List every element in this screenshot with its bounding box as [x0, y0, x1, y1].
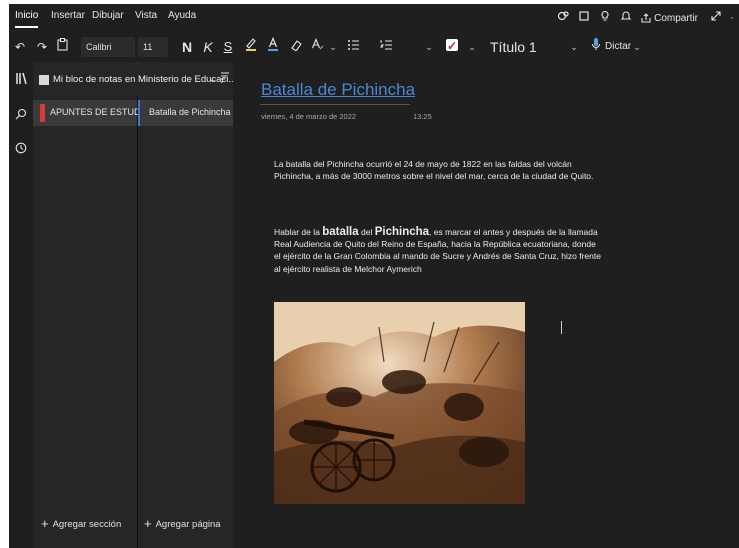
dictate-button[interactable]: Dictar	[605, 37, 635, 57]
tab-vista[interactable]: Vista	[135, 10, 157, 21]
numbered-list-icon[interactable]	[379, 37, 393, 57]
tab-insertar[interactable]: Insertar	[51, 10, 85, 21]
bold-button[interactable]: N	[181, 37, 193, 57]
navigation-rail	[9, 62, 33, 548]
more-dot-icon[interactable]: ·	[729, 10, 735, 26]
page-label: Batalla de Pichincha	[149, 107, 231, 117]
redo-icon[interactable]: ↷	[35, 37, 49, 57]
section-item[interactable]: APUNTES DE ESTUDIO...	[33, 100, 158, 126]
chevron-down-icon: ⌄	[209, 74, 217, 84]
tab-ayuda[interactable]: Ayuda	[168, 10, 196, 21]
bullet-list-icon[interactable]	[346, 37, 360, 57]
microphone-icon[interactable]	[589, 37, 603, 57]
chevron-down-icon[interactable]: ⌄	[467, 37, 477, 57]
tab-dibujar[interactable]: Dibujar	[92, 10, 124, 21]
add-section-label: Agregar sección	[52, 519, 122, 530]
page-item[interactable]: Batalla de Pichincha	[138, 100, 233, 126]
menu-bar: Inicio Insertar Dibujar Vista Ayuda Comp…	[9, 4, 739, 32]
pages-pane: Batalla de Pichincha + Agregar página	[138, 96, 233, 548]
undo-icon[interactable]: ↶	[13, 37, 27, 57]
plus-icon: +	[41, 516, 49, 531]
page-title[interactable]: Batalla de Pichincha	[261, 80, 415, 100]
share-button[interactable]: Compartir	[640, 12, 698, 24]
lightbulb-icon[interactable]	[597, 10, 613, 26]
page-date: viernes, 4 de marzo de 2022	[261, 112, 357, 121]
share-label: Compartir	[654, 12, 698, 24]
add-section-button[interactable]: + Agregar sección	[41, 516, 121, 531]
notebook-icon	[39, 75, 49, 85]
paragraph-2[interactable]: Hablar de la batalla del Pichincha, es m…	[274, 226, 604, 275]
italic-button[interactable]: K	[203, 37, 213, 57]
page-time: 13:25	[413, 112, 432, 121]
sections-pane: APUNTES DE ESTUDIO... + Agregar sección	[33, 96, 158, 548]
highlighter-icon[interactable]	[244, 37, 258, 57]
font-size-select[interactable]: 11	[138, 37, 168, 57]
text-run: Hablar de la	[274, 227, 323, 237]
paragraph-1[interactable]: La batalla del Pichincha ocurrió el 24 d…	[274, 158, 604, 182]
eraser-format-icon[interactable]	[289, 37, 303, 57]
sticky-note-icon[interactable]	[576, 10, 592, 26]
search-icon[interactable]	[13, 108, 29, 124]
font-name-select[interactable]: Calibri	[81, 37, 135, 57]
plus-icon: +	[144, 516, 152, 531]
clipboard-icon[interactable]	[55, 37, 69, 57]
page-canvas[interactable]: Batalla de Pichincha viernes, 4 de marzo…	[233, 62, 739, 548]
lightbulb-search-icon[interactable]	[555, 10, 571, 26]
title-underline	[260, 104, 410, 105]
battle-engraving-image[interactable]	[274, 302, 525, 504]
font-color-icon[interactable]	[266, 36, 280, 57]
text-run-bold: batalla	[322, 226, 359, 238]
title-actions: Compartir ·	[550, 9, 735, 27]
bell-icon[interactable]	[618, 10, 634, 26]
section-color-tab	[40, 104, 45, 122]
chevron-down-icon[interactable]: ⌄	[424, 37, 434, 57]
tab-inicio[interactable]: Inicio	[15, 10, 39, 28]
sort-icon[interactable]	[220, 72, 230, 87]
add-page-button[interactable]: + Agregar página	[144, 516, 221, 531]
underline-button[interactable]: S	[223, 37, 233, 57]
todo-tag-icon[interactable]	[445, 36, 459, 57]
notebook-selector[interactable]: Mi bloc de notas en Ministerio de Educac…	[33, 62, 236, 96]
chevron-down-icon[interactable]: ⌄	[569, 37, 579, 57]
style-select[interactable]: Título 1	[490, 37, 570, 57]
text-cursor	[561, 321, 562, 334]
expand-icon[interactable]	[708, 10, 724, 26]
text-run: del	[358, 227, 375, 237]
share-icon	[641, 13, 651, 23]
recent-clock-icon[interactable]	[13, 142, 29, 158]
chevron-down-icon[interactable]: ⌄	[632, 37, 642, 57]
onenote-window: Inicio Insertar Dibujar Vista Ayuda Comp…	[9, 4, 739, 548]
chevron-down-icon[interactable]: ⌄	[328, 37, 338, 57]
ribbon-toolbar: ↶ ↷ Calibri 11 N K S ⌄ ⌄ ⌄ Título 1	[9, 32, 739, 62]
clear-format-icon[interactable]	[310, 37, 326, 57]
add-page-label: Agregar página	[155, 519, 221, 530]
text-run-bold: Pichincha	[374, 226, 430, 238]
notebooks-icon[interactable]	[13, 72, 29, 88]
